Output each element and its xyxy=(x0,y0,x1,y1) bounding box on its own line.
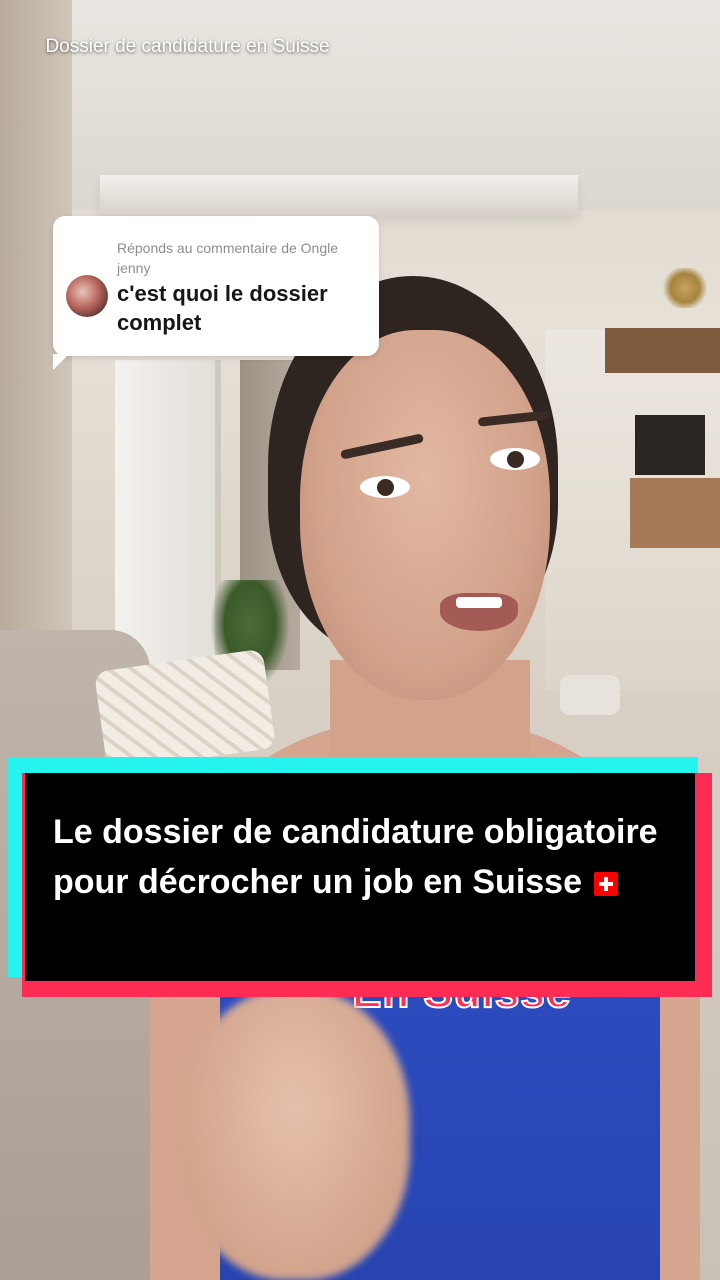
reply-label: Réponds au commentaire de Ongle jenny xyxy=(117,240,339,276)
ceiling-step xyxy=(100,175,578,215)
sofa-arm xyxy=(560,675,620,715)
left-eye xyxy=(360,476,410,498)
oven xyxy=(635,415,705,475)
right-eye xyxy=(490,448,540,470)
caption-text-content: Le dossier de candidature obligatoire po… xyxy=(53,813,658,901)
video-title: Dossier de candidature en Suisse xyxy=(45,36,330,57)
user-avatar-icon[interactable] xyxy=(66,275,108,317)
caption-text: Le dossier de candidature obligatoire po… xyxy=(53,807,693,907)
person-hand xyxy=(180,990,410,1280)
reply-comment-bubble[interactable]: Réponds au commentaire de Ongle jenny c'… xyxy=(53,216,379,370)
kitchen-counter xyxy=(630,478,720,548)
video-frame[interactable]: En Suisse Dossier de candidature en Suis… xyxy=(0,0,720,1280)
ceiling-lamp xyxy=(660,268,710,308)
person-face xyxy=(300,330,550,700)
mouth xyxy=(440,593,518,631)
reply-comment-text: c'est quoi le dossier complet xyxy=(117,281,328,335)
swiss-flag-icon xyxy=(594,872,618,897)
kitchen-wood-shelf xyxy=(605,328,720,373)
caption-banner: Le dossier de candidature obligatoire po… xyxy=(8,757,712,997)
